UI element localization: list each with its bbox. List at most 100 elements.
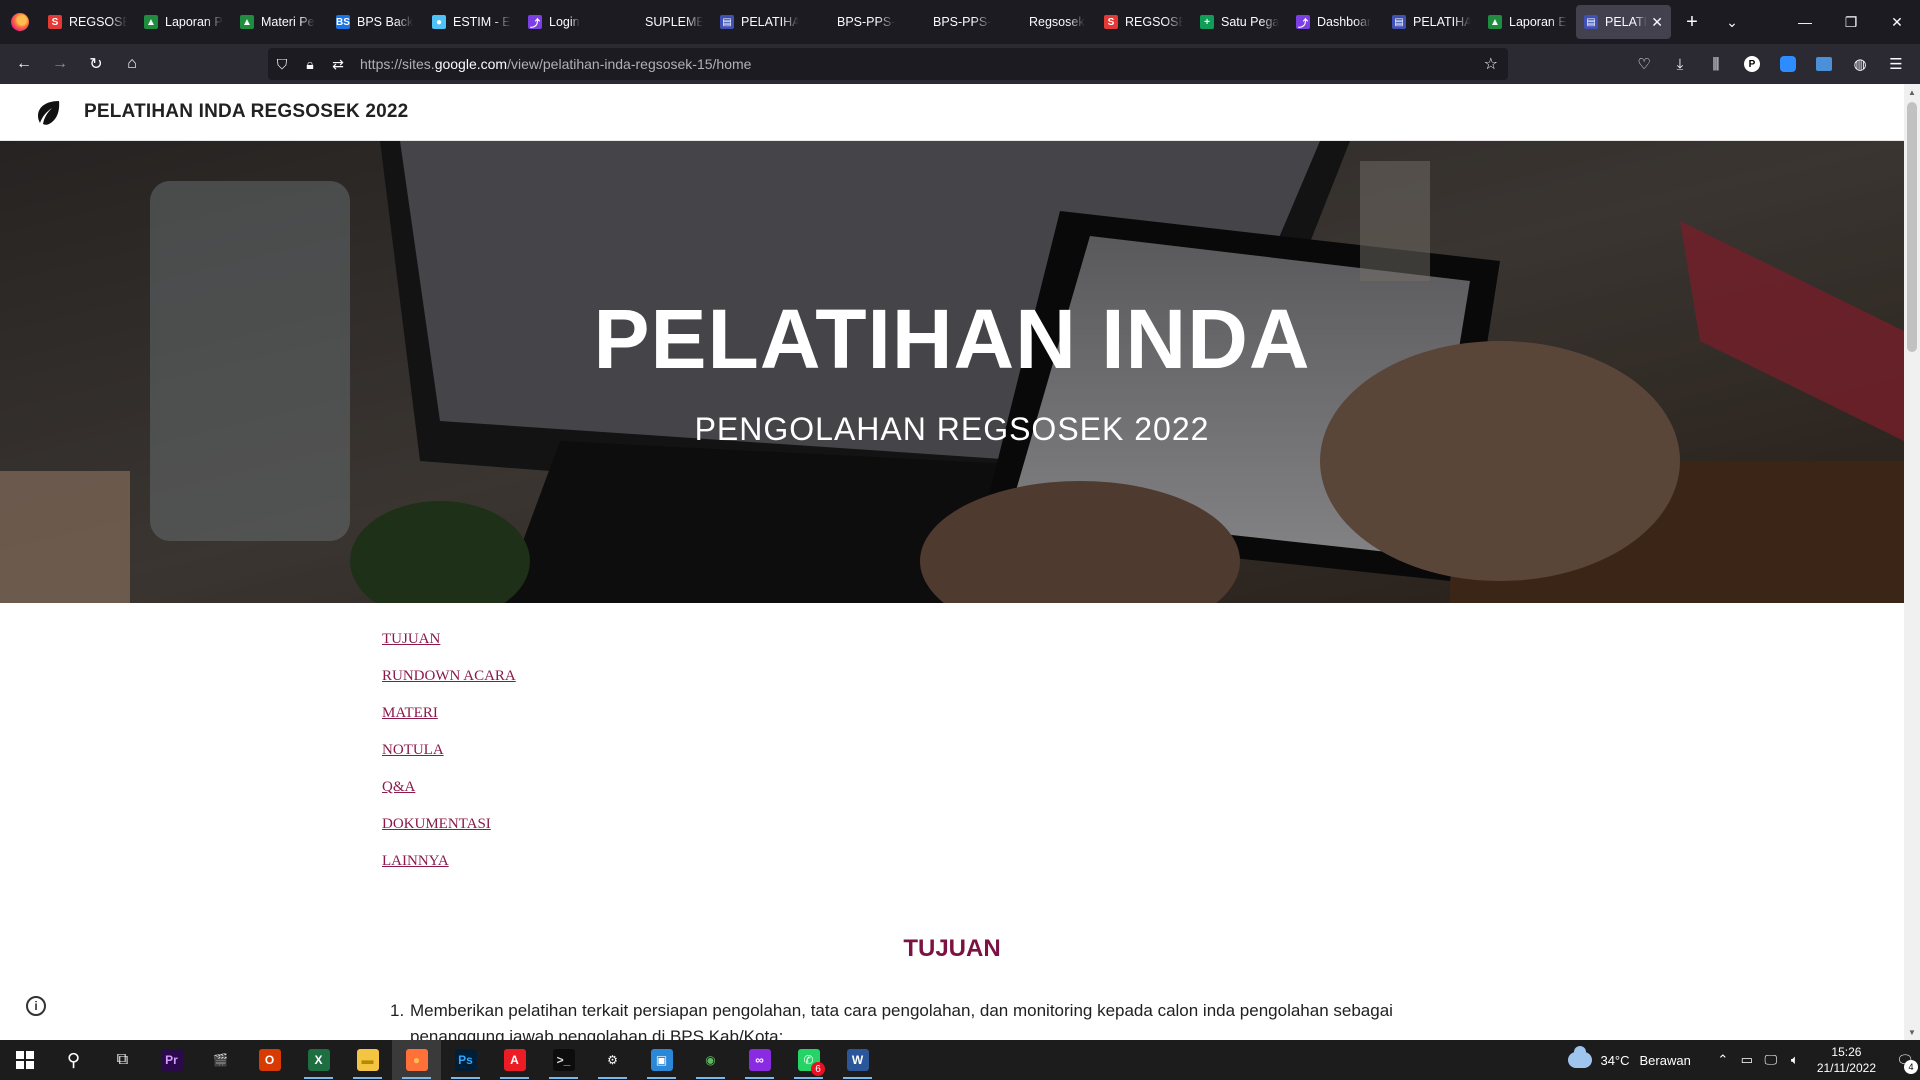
downloads-icon[interactable]: ⤓: [1662, 48, 1698, 80]
bookmark-star-icon[interactable]: ☆: [1484, 54, 1498, 74]
taskbar-globe-app[interactable]: ◉: [686, 1040, 735, 1080]
windows-taskbar: ⚲ ⧉ Pr 🎬 O X ▬ ● Ps A >_ ⚙ ▣ ◉ ∞ ✆ 6 W 34°C Berawan ⌃ ▭…: [0, 1040, 1920, 1080]
table-of-contents: TUJUAN RUNDOWN ACARA MATERI NOTULA Q&A DOKUME…: [382, 630, 516, 889]
taskbar-clapper[interactable]: 🎬: [196, 1040, 245, 1080]
library-icon[interactable]: ⫼: [1698, 48, 1734, 80]
minimize-button[interactable]: —: [1782, 0, 1828, 44]
browser-tab[interactable]: ▤ PELATIHA: [712, 5, 807, 39]
info-icon[interactable]: i: [26, 996, 46, 1016]
taskbar-photoshop[interactable]: Ps: [441, 1040, 490, 1080]
tab-title: Materi Pe: [261, 15, 315, 29]
tab-title: PELATI: [1605, 15, 1648, 29]
lock-icon[interactable]: 🔒︎: [296, 56, 324, 73]
tab-title: Dashboar: [1317, 15, 1372, 29]
list-all-tabs-icon[interactable]: ⌄: [1712, 0, 1752, 44]
back-button[interactable]: ←: [6, 48, 42, 80]
tab-list: S REGSOSEK ▲ Laporan P ▲ Materi Pe BS BPS Back ●…: [40, 0, 1672, 44]
reload-button[interactable]: ↻: [78, 48, 114, 80]
toolbar-extensions: ♡ ⤓ ⫼ P ◍ ☰: [1626, 48, 1914, 80]
browser-tab[interactable]: + Satu Pega: [1192, 5, 1287, 39]
toc-link-dokumentasi[interactable]: DOKUMENTASI: [382, 815, 516, 833]
browser-tab[interactable]: BPS-PPS-Wilk: [808, 5, 903, 39]
browser-tab[interactable]: ⤴ Dashboar: [1288, 5, 1383, 39]
taskbar-excel[interactable]: X: [294, 1040, 343, 1080]
browser-tab[interactable]: BS BPS Back: [328, 5, 423, 39]
start-button[interactable]: [0, 1040, 49, 1080]
browser-tab[interactable]: S REGSOSEK: [40, 5, 135, 39]
browser-tab[interactable]: ▲ Materi Pe: [232, 5, 327, 39]
globe-extension-icon[interactable]: ◍: [1842, 48, 1878, 80]
network-icon[interactable]: 🖵︎: [1760, 1052, 1782, 1068]
taskbar-remote-desktop[interactable]: ▣: [637, 1040, 686, 1080]
browser-tab[interactable]: ▤ PELATI ✕: [1576, 5, 1671, 39]
toc-link-materi[interactable]: MATERI: [382, 704, 516, 722]
restore-button[interactable]: ❐: [1828, 0, 1874, 44]
tab-title: Laporan E: [1509, 15, 1567, 29]
leaf-logo-icon[interactable]: [34, 98, 62, 126]
site-title[interactable]: PELATIHAN INDA REGSOSEK 2022: [84, 101, 408, 123]
permissions-icon[interactable]: ⇄: [324, 56, 352, 73]
toc-link-q-a[interactable]: Q&A: [382, 778, 516, 796]
address-bar[interactable]: ⛉ 🔒︎ ⇄ https://sites.google.com/view/pel…: [268, 48, 1508, 80]
toc-link-rundown-acara[interactable]: RUNDOWN ACARA: [382, 667, 516, 685]
tab-title: SUPLEMEN P: [645, 15, 703, 29]
browser-tab[interactable]: ⤴ Login: [520, 5, 615, 39]
shield-icon[interactable]: ⛉: [268, 56, 296, 73]
volume-icon[interactable]: 🔈︎: [1784, 1052, 1806, 1068]
taskbar-file-explorer[interactable]: ▬: [343, 1040, 392, 1080]
url-text[interactable]: https://sites.google.com/view/pelatihan-…: [360, 56, 751, 72]
notification-center-button[interactable]: 🗨︎ 4: [1890, 1040, 1920, 1080]
zoom-extension-icon[interactable]: [1770, 48, 1806, 80]
app-menu-icon[interactable]: ☰: [1878, 48, 1914, 80]
bps-icon: BS: [336, 15, 350, 29]
settings-icon: ⚙: [601, 1049, 624, 1071]
taskbar-vpn-app[interactable]: ∞: [735, 1040, 784, 1080]
toc-link-notula[interactable]: NOTULA: [382, 741, 516, 759]
terminal-icon: >_: [552, 1049, 575, 1071]
chevron-up-icon[interactable]: ⌃: [1712, 1052, 1734, 1068]
taskbar-word[interactable]: W: [833, 1040, 882, 1080]
browser-tab[interactable]: SUPLEMEN P: [616, 5, 711, 39]
word-icon: W: [846, 1049, 869, 1071]
taskbar-premiere[interactable]: Pr: [147, 1040, 196, 1080]
meet-now-icon[interactable]: ▭: [1736, 1052, 1758, 1068]
clock-time: 15:26: [1831, 1045, 1862, 1059]
close-window-button[interactable]: ✕: [1874, 0, 1920, 44]
weather-widget[interactable]: 34°C Berawan: [1568, 1046, 1691, 1068]
close-tab-icon[interactable]: ✕: [1647, 14, 1663, 31]
browser-tab[interactable]: Regsosek: [1000, 5, 1095, 39]
taskbar-firefox[interactable]: ●: [392, 1040, 441, 1080]
toc-link-lainnya[interactable]: LAINNYA: [382, 852, 516, 870]
browser-tab[interactable]: BPS-PPS-Wilk: [904, 5, 999, 39]
site-s-icon: S: [1104, 15, 1118, 29]
scroll-up-arrow[interactable]: ▲: [1904, 84, 1920, 100]
task-view-icon: ⧉: [116, 1051, 129, 1068]
toc-link-tujuan[interactable]: TUJUAN: [382, 630, 516, 648]
scrollbar-thumb[interactable]: [1907, 102, 1917, 352]
pocket-icon[interactable]: ♡: [1626, 48, 1662, 80]
clock[interactable]: 15:26 21/11/2022: [1817, 1044, 1876, 1076]
browser-tab[interactable]: ▲ Laporan E: [1480, 5, 1575, 39]
screenshot-extension-icon[interactable]: [1806, 48, 1842, 80]
tab-title: ESTIM - E: [453, 15, 511, 29]
home-button[interactable]: ⌂: [114, 48, 150, 80]
firefox-menu-icon[interactable]: [0, 0, 40, 44]
taskbar-terminal[interactable]: >_: [539, 1040, 588, 1080]
taskbar-office[interactable]: O: [245, 1040, 294, 1080]
extension-p-icon[interactable]: P: [1734, 48, 1770, 80]
browser-tab[interactable]: S REGSOSEK: [1096, 5, 1191, 39]
task-view-button[interactable]: ⧉: [98, 1040, 147, 1080]
forward-button[interactable]: →: [42, 48, 78, 80]
search-button[interactable]: ⚲: [49, 1040, 98, 1080]
scroll-down-arrow[interactable]: ▼: [1904, 1024, 1920, 1040]
taskbar-settings[interactable]: ⚙: [588, 1040, 637, 1080]
page-scrollbar[interactable]: ▲ ▼: [1904, 84, 1920, 1040]
taskbar-whatsapp[interactable]: ✆ 6: [784, 1040, 833, 1080]
browser-tab[interactable]: ▲ Laporan P: [136, 5, 231, 39]
new-tab-button[interactable]: +: [1672, 0, 1712, 44]
taskbar-acrobat[interactable]: A: [490, 1040, 539, 1080]
excel-icon: X: [307, 1049, 330, 1071]
browser-tab[interactable]: ● ESTIM - E: [424, 5, 519, 39]
taskbar-apps: Pr 🎬 O X ▬ ● Ps A >_ ⚙ ▣ ◉ ∞ ✆ 6 W: [147, 1040, 882, 1080]
browser-tab[interactable]: ▤ PELATIHA: [1384, 5, 1479, 39]
